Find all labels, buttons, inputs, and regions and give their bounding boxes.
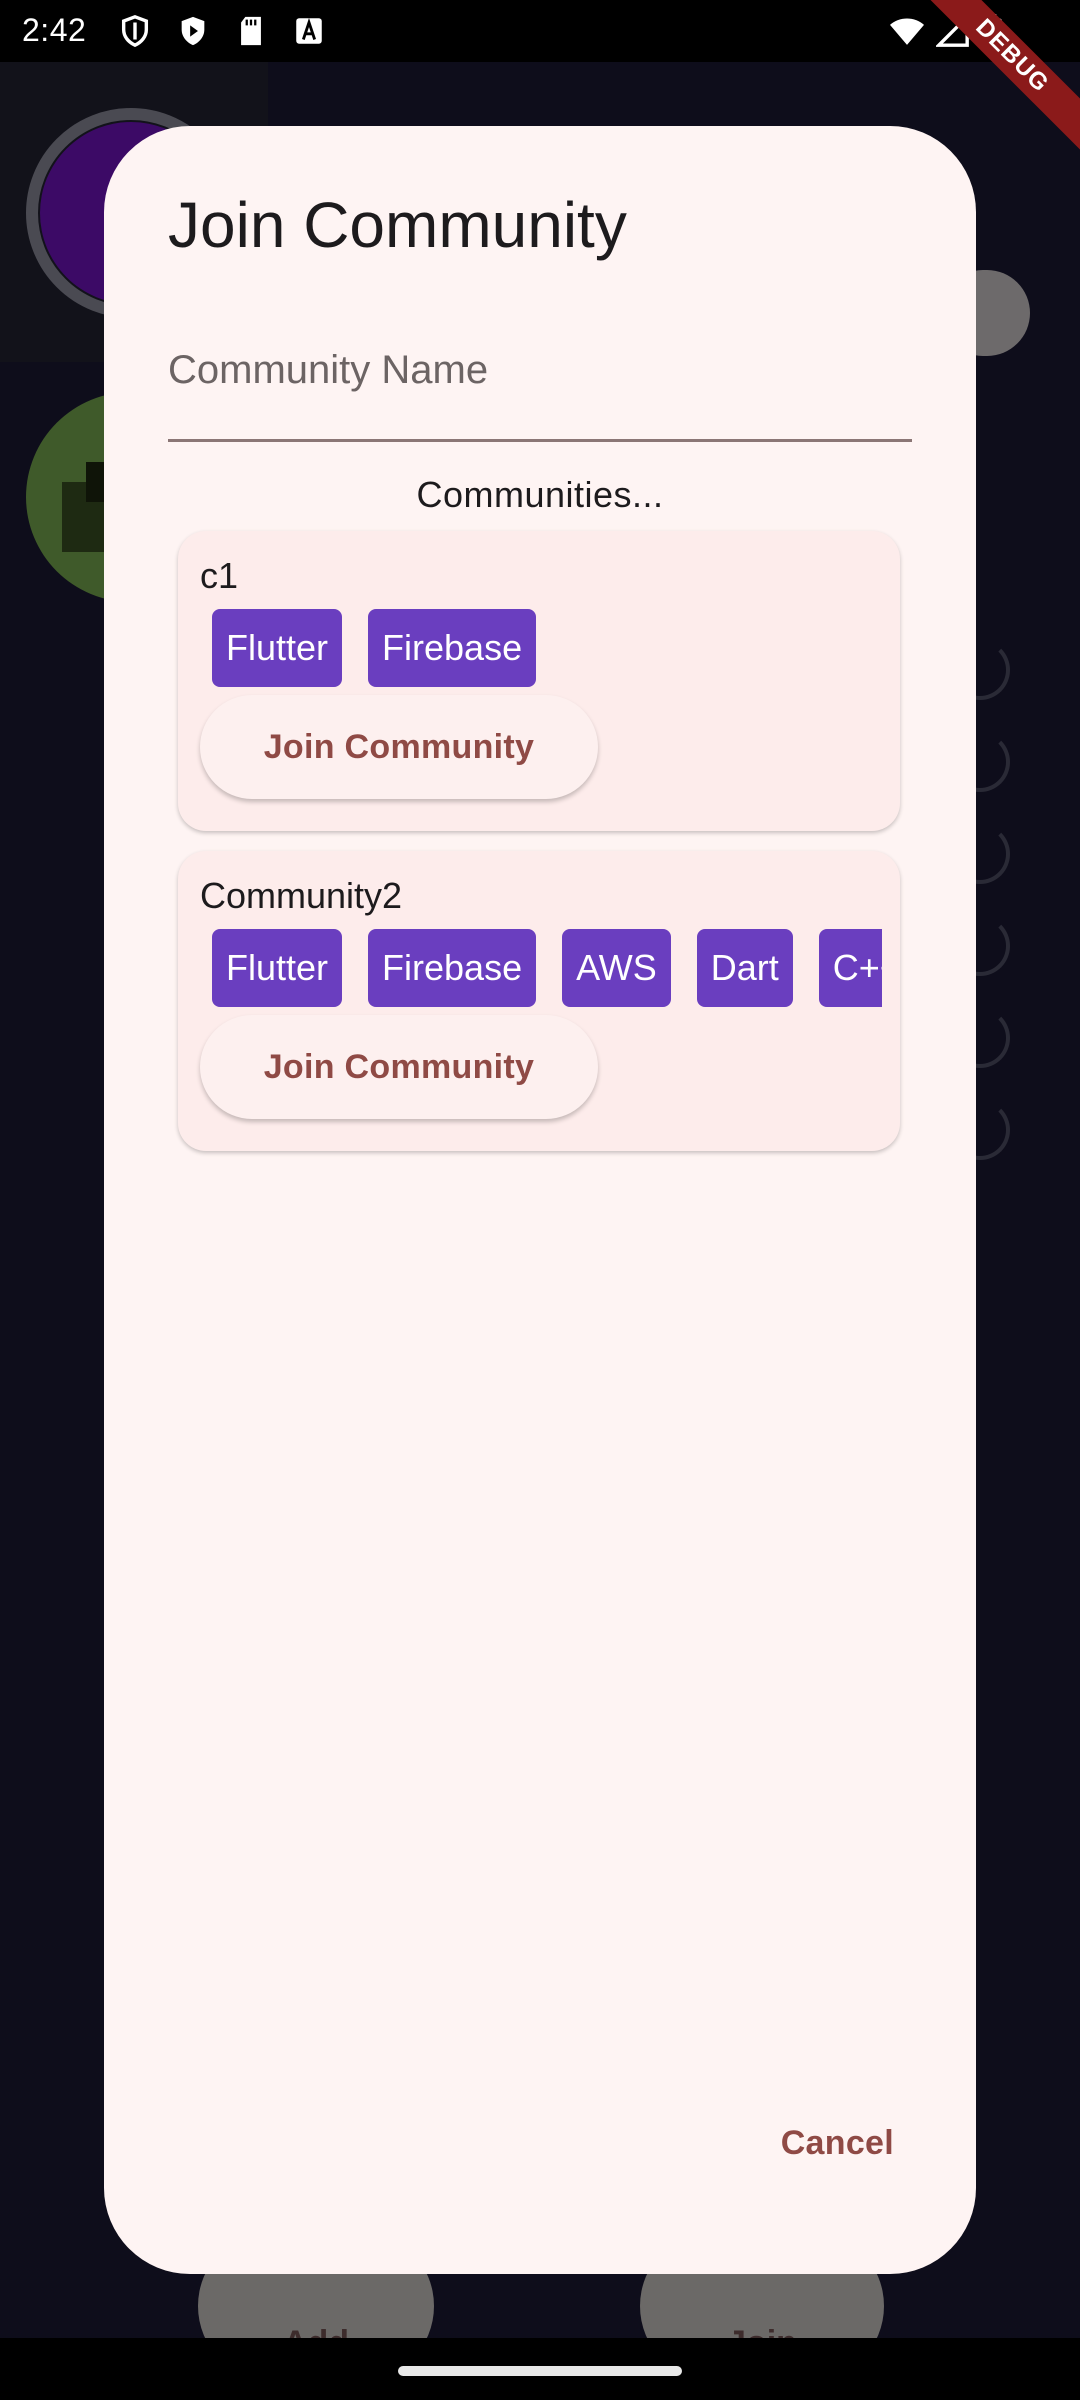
wifi-icon	[890, 18, 924, 45]
tag-chip: Firebase	[368, 609, 537, 687]
navigation-bar	[0, 2338, 1080, 2400]
tag-chip: AWS	[562, 929, 671, 1007]
dialog-title: Join Community	[168, 189, 627, 261]
battery-icon	[982, 14, 1002, 48]
community-name-field	[168, 326, 912, 442]
community-name: c1	[200, 555, 239, 596]
community-card: Community2 Flutter Firebase AWS Dart C++ Joi…	[178, 851, 900, 1151]
tag-chip: C++	[818, 929, 882, 1007]
home-indicator[interactable]	[398, 2366, 682, 2376]
status-bar: 2:42	[0, 0, 1080, 62]
community-name-input[interactable]	[168, 326, 912, 439]
tag-chip: Flutter	[212, 929, 343, 1007]
font-a-icon	[296, 18, 322, 44]
join-community-dialog: Join Community Communities... c1 Flutter…	[104, 126, 976, 2274]
shield-icon	[121, 15, 149, 48]
communities-list-label: Communities...	[416, 474, 664, 515]
signal-icon	[936, 14, 969, 47]
sd-card-icon	[241, 16, 261, 46]
play-shield-icon	[181, 16, 205, 46]
join-community-button[interactable]: Join Community	[200, 1015, 598, 1119]
community-tags: Flutter Firebase	[212, 609, 882, 687]
tag-chip: Dart	[696, 929, 793, 1007]
tag-chip: Flutter	[212, 609, 343, 687]
status-time: 2:42	[22, 12, 87, 48]
community-card: c1 Flutter Firebase Join Community	[178, 531, 900, 831]
cancel-button[interactable]: Cancel	[781, 2124, 894, 2163]
join-community-button[interactable]: Join Community	[200, 695, 598, 799]
community-name: Community2	[200, 875, 403, 916]
tag-chip: Firebase	[368, 929, 537, 1007]
community-tags: Flutter Firebase AWS Dart C++	[212, 929, 882, 1007]
